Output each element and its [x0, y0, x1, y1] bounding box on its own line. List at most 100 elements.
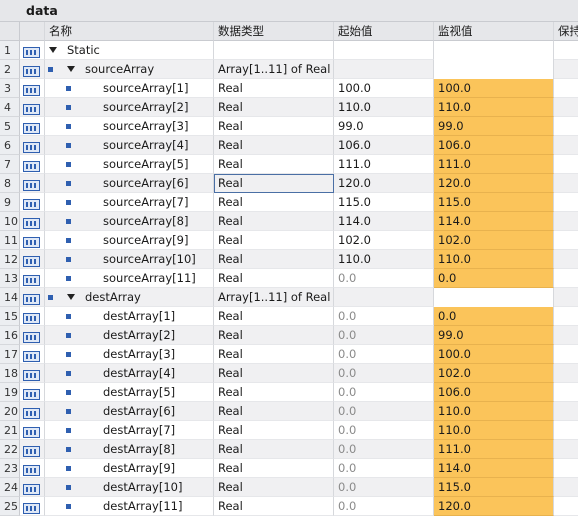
row-retain[interactable] — [554, 212, 578, 231]
table-row[interactable]: 14 destArray Array[1..11] of Real — [0, 288, 578, 307]
table-row[interactable]: 11 sourceArray[9] Real 102.0 102.0 — [0, 231, 578, 250]
row-name-cell[interactable]: destArray[7] — [45, 421, 214, 440]
table-row[interactable]: 15 destArray[1] Real 0.0 0.0 — [0, 307, 578, 326]
table-row[interactable]: 21 destArray[7] Real 0.0 110.0 — [0, 421, 578, 440]
row-name-cell[interactable]: destArray[5] — [45, 383, 214, 402]
row-data-type[interactable]: Real — [214, 117, 334, 136]
row-name-cell[interactable]: sourceArray[7] — [45, 193, 214, 212]
row-retain[interactable] — [554, 250, 578, 269]
row-retain[interactable] — [554, 231, 578, 250]
row-data-type[interactable]: Real — [214, 79, 334, 98]
table-row[interactable]: 20 destArray[6] Real 0.0 110.0 — [0, 402, 578, 421]
row-retain[interactable] — [554, 98, 578, 117]
row-retain[interactable] — [554, 117, 578, 136]
row-start-value[interactable]: 0.0 — [334, 345, 434, 364]
row-data-type[interactable]: Real — [214, 383, 334, 402]
row-start-value[interactable]: 0.0 — [334, 326, 434, 345]
header-data-type[interactable]: 数据类型 — [214, 22, 334, 41]
row-retain[interactable] — [554, 60, 578, 79]
row-start-value[interactable]: 0.0 — [334, 307, 434, 326]
row-name-cell[interactable]: sourceArray[9] — [45, 231, 214, 250]
row-name-cell[interactable]: sourceArray[5] — [45, 155, 214, 174]
row-start-value[interactable]: 0.0 — [334, 364, 434, 383]
row-retain[interactable] — [554, 440, 578, 459]
row-name-cell[interactable]: sourceArray[2] — [45, 98, 214, 117]
row-retain[interactable] — [554, 421, 578, 440]
row-retain[interactable] — [554, 364, 578, 383]
header-start-value[interactable]: 起始值 — [334, 22, 434, 41]
row-name-cell[interactable]: sourceArray[10] — [45, 250, 214, 269]
row-name-cell[interactable]: sourceArray[1] — [45, 79, 214, 98]
row-name-cell[interactable]: destArray[4] — [45, 364, 214, 383]
table-row[interactable]: 24 destArray[10] Real 0.0 115.0 — [0, 478, 578, 497]
row-start-value[interactable]: 110.0 — [334, 250, 434, 269]
collapse-triangle-icon[interactable] — [67, 66, 75, 72]
row-name-cell[interactable]: sourceArray[11] — [45, 269, 214, 288]
row-retain[interactable] — [554, 193, 578, 212]
row-start-value[interactable]: 111.0 — [334, 155, 434, 174]
row-start-value[interactable] — [334, 41, 434, 60]
row-data-type[interactable]: Real — [214, 231, 334, 250]
row-start-value[interactable] — [334, 288, 434, 307]
row-retain[interactable] — [554, 478, 578, 497]
row-data-type[interactable]: Real — [214, 193, 334, 212]
row-name-cell[interactable]: destArray[11] — [45, 497, 214, 516]
row-name-cell[interactable]: sourceArray[8] — [45, 212, 214, 231]
row-start-value[interactable]: 120.0 — [334, 174, 434, 193]
row-retain[interactable] — [554, 269, 578, 288]
table-row[interactable]: 2 sourceArray Array[1..11] of Real — [0, 60, 578, 79]
row-retain[interactable] — [554, 136, 578, 155]
row-data-type[interactable]: Real — [214, 326, 334, 345]
row-retain[interactable] — [554, 288, 578, 307]
row-data-type[interactable]: Array[1..11] of Real — [214, 288, 334, 307]
row-retain[interactable] — [554, 345, 578, 364]
row-retain[interactable] — [554, 79, 578, 98]
row-retain[interactable] — [554, 155, 578, 174]
row-data-type[interactable]: Real — [214, 212, 334, 231]
row-data-type[interactable]: Real — [214, 459, 334, 478]
row-data-type[interactable]: Real — [214, 250, 334, 269]
row-start-value[interactable]: 0.0 — [334, 421, 434, 440]
row-start-value[interactable] — [334, 60, 434, 79]
header-name[interactable]: 名称 — [45, 22, 214, 41]
table-row[interactable]: 23 destArray[9] Real 0.0 114.0 — [0, 459, 578, 478]
table-row[interactable]: 19 destArray[5] Real 0.0 106.0 — [0, 383, 578, 402]
row-data-type[interactable]: Real — [214, 478, 334, 497]
table-row[interactable]: 5 sourceArray[3] Real 99.0 99.0 — [0, 117, 578, 136]
row-retain[interactable] — [554, 497, 578, 516]
table-row[interactable]: 22 destArray[8] Real 0.0 111.0 — [0, 440, 578, 459]
table-row[interactable]: 17 destArray[3] Real 0.0 100.0 — [0, 345, 578, 364]
row-data-type[interactable]: Real — [214, 497, 334, 516]
table-row[interactable]: 7 sourceArray[5] Real 111.0 111.0 — [0, 155, 578, 174]
row-name-cell[interactable]: destArray[1] — [45, 307, 214, 326]
row-start-value[interactable]: 102.0 — [334, 231, 434, 250]
row-start-value[interactable]: 0.0 — [334, 269, 434, 288]
row-start-value[interactable]: 100.0 — [334, 79, 434, 98]
row-data-type[interactable]: Real — [214, 364, 334, 383]
row-retain[interactable] — [554, 307, 578, 326]
table-row[interactable]: 25 destArray[11] Real 0.0 120.0 — [0, 497, 578, 516]
table-row[interactable]: 6 sourceArray[4] Real 106.0 106.0 — [0, 136, 578, 155]
row-start-value[interactable]: 0.0 — [334, 383, 434, 402]
row-data-type[interactable]: Real — [214, 155, 334, 174]
row-data-type[interactable]: Real — [214, 440, 334, 459]
row-data-type[interactable]: Array[1..11] of Real — [214, 60, 334, 79]
row-name-cell[interactable]: sourceArray[4] — [45, 136, 214, 155]
row-start-value[interactable]: 110.0 — [334, 98, 434, 117]
row-data-type[interactable]: Real — [214, 402, 334, 421]
table-row[interactable]: 10 sourceArray[8] Real 114.0 114.0 — [0, 212, 578, 231]
row-start-value[interactable]: 0.0 — [334, 478, 434, 497]
table-row[interactable]: 3 sourceArray[1] Real 100.0 100.0 — [0, 79, 578, 98]
row-name-cell[interactable]: destArray[2] — [45, 326, 214, 345]
row-start-value[interactable]: 0.0 — [334, 402, 434, 421]
collapse-triangle-icon[interactable] — [67, 294, 75, 300]
row-name-cell[interactable]: sourceArray[6] — [45, 174, 214, 193]
row-retain[interactable] — [554, 402, 578, 421]
row-name-cell[interactable]: destArray[10] — [45, 478, 214, 497]
row-name-cell[interactable]: sourceArray[3] — [45, 117, 214, 136]
row-retain[interactable] — [554, 174, 578, 193]
table-row[interactable]: 12 sourceArray[10] Real 110.0 110.0 — [0, 250, 578, 269]
row-name-cell[interactable]: destArray — [45, 288, 214, 307]
row-name-cell[interactable]: Static — [45, 41, 214, 60]
collapse-triangle-icon[interactable] — [49, 47, 57, 53]
